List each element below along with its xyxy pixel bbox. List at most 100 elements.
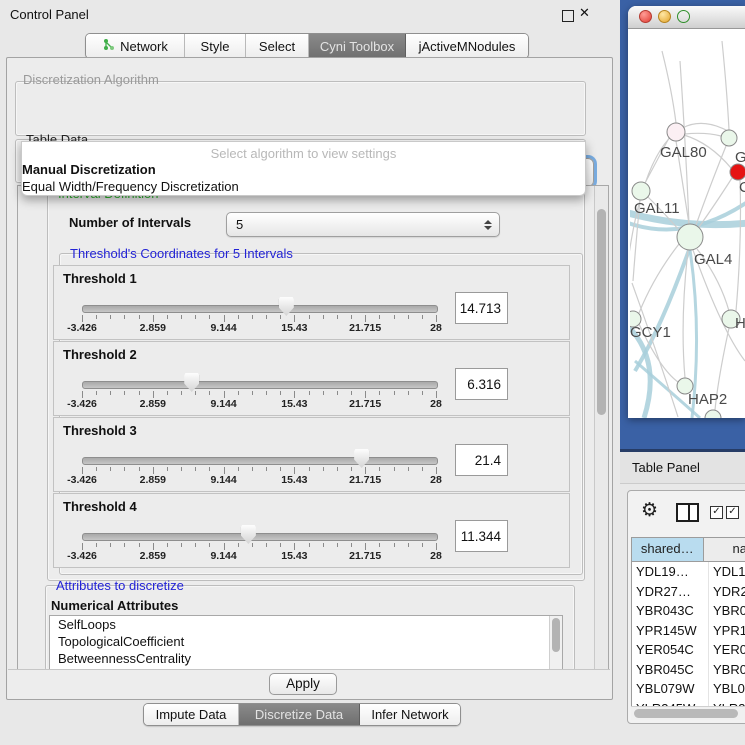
slider-tick — [323, 467, 324, 471]
slider-tick — [323, 543, 324, 547]
slider-tick — [337, 543, 338, 547]
table-row[interactable]: YDL19…YDL1 — [632, 562, 745, 582]
slider-tick — [436, 391, 437, 398]
gear-icon[interactable]: ⚙ — [641, 499, 658, 521]
network-canvas[interactable]: GAL80GACGAL11GAL4GCY1HHAP2 — [630, 29, 745, 418]
slider-thumb[interactable] — [184, 373, 199, 392]
network-icon — [102, 38, 115, 54]
slider-thumb[interactable] — [354, 449, 369, 468]
network-edge[interactable] — [722, 41, 729, 130]
slider-tick — [167, 315, 168, 319]
slider-track[interactable] — [82, 381, 438, 389]
network-node[interactable] — [721, 130, 737, 146]
slider-tick — [238, 467, 239, 471]
network-node[interactable] — [667, 123, 685, 141]
minimize-traffic-light[interactable] — [658, 10, 671, 23]
slider-tick — [96, 391, 97, 395]
slider-track[interactable] — [82, 457, 438, 465]
algorithm-option[interactable]: Manual Discretization — [22, 161, 585, 178]
slider-tick — [337, 391, 338, 395]
slider-tick — [365, 467, 366, 474]
threshold-value-field[interactable]: 6.316 — [455, 368, 508, 400]
threshold-value-field[interactable]: 14.713 — [455, 292, 508, 324]
checkbox-icon[interactable]: ✓ — [710, 506, 723, 519]
tab-jactivemnodules[interactable]: jActiveMNodules — [406, 34, 528, 58]
threshold-panel: Threshold 3-3.4262.8599.14415.4321.71528… — [53, 417, 570, 492]
thresholds-group-title: Threshold's Coordinates for 5 Intervals — [67, 246, 296, 261]
cell-shared-name: YDL19… — [632, 562, 709, 582]
slider-tick — [408, 391, 409, 395]
algorithm-option[interactable]: Equal Width/Frequency Discretization — [22, 178, 585, 195]
slider-tick — [167, 543, 168, 547]
tab-style[interactable]: Style — [185, 34, 246, 58]
tab-network[interactable]: Network — [86, 34, 185, 58]
slider-thumb[interactable] — [241, 525, 256, 544]
cell-name: YDR2 — [709, 582, 745, 602]
table-row[interactable]: YBR045CYBR0 — [632, 660, 745, 680]
slider-tick — [294, 391, 295, 398]
close-traffic-light[interactable] — [639, 10, 652, 23]
network-edge[interactable] — [736, 180, 741, 311]
zoom-traffic-light[interactable] — [677, 10, 690, 23]
network-window-titlebar[interactable] — [628, 6, 745, 29]
network-edge[interactable] — [680, 61, 689, 224]
close-icon[interactable]: ✕ — [579, 5, 590, 21]
table-row[interactable]: YBL079WYBL0 — [632, 679, 745, 699]
slider-tick-label: 28 — [430, 550, 442, 562]
number-of-intervals-combo[interactable]: 5 — [226, 212, 500, 237]
slider-track[interactable] — [82, 533, 438, 541]
slider-tick — [294, 315, 295, 322]
cell-name: YDL1 — [709, 562, 745, 582]
attributes-scrollbar[interactable] — [549, 616, 562, 669]
threshold-value-field[interactable]: 21.4 — [455, 444, 508, 476]
column-layout-icon[interactable] — [676, 503, 699, 522]
slider-tick-label: -3.426 — [67, 398, 97, 410]
network-node[interactable] — [632, 182, 650, 200]
network-edge[interactable] — [685, 133, 721, 136]
slider-thumb[interactable] — [279, 297, 294, 316]
slider-tick — [280, 467, 281, 471]
slider-tick — [96, 315, 97, 319]
attribute-item[interactable]: BetweennessCentrality — [50, 650, 562, 667]
apply-button[interactable]: Apply — [269, 673, 337, 695]
tab-discretize-data[interactable]: Discretize Data — [239, 704, 360, 725]
slider-tick — [110, 543, 111, 547]
attribute-item[interactable]: TopologicalCoefficient — [50, 633, 562, 650]
float-window-icon[interactable] — [562, 10, 574, 22]
tab-infer-network[interactable]: Infer Network — [360, 704, 460, 725]
settings-scrollbar[interactable] — [594, 186, 608, 670]
table-row[interactable]: YDR27…YDR2 — [632, 582, 745, 602]
node-label: C — [739, 179, 745, 196]
slider-tick-label: 21.715 — [349, 398, 381, 410]
table-row[interactable]: YER054CYER0 — [632, 640, 745, 660]
checkbox-icon[interactable]: ✓ — [726, 506, 739, 519]
attribute-item[interactable]: SelfLoops — [50, 616, 562, 633]
slider-tick — [209, 391, 210, 395]
table-row[interactable]: YPR145WYPR1 — [632, 621, 745, 641]
table-row[interactable]: YBR043CYBR0 — [632, 601, 745, 621]
tab-select[interactable]: Select — [246, 34, 309, 58]
table-horizontal-scrollbar[interactable] — [631, 706, 745, 720]
network-edge[interactable] — [662, 51, 676, 123]
cell-name: YBR0 — [709, 660, 745, 680]
column-header-shared-name[interactable]: shared… — [632, 538, 704, 561]
slider-tick-label: 21.715 — [349, 474, 381, 486]
network-node[interactable] — [705, 410, 721, 418]
threshold-value-field[interactable]: 11.344 — [455, 520, 508, 552]
tab-impute-data[interactable]: Impute Data — [144, 704, 239, 725]
numerical-attributes-list[interactable]: SelfLoopsTopologicalCoefficientBetweenne… — [49, 615, 563, 670]
slider-tick-label: 21.715 — [349, 322, 381, 334]
network-edge[interactable] — [639, 244, 679, 313]
network-node[interactable] — [677, 224, 703, 250]
settings-scrollbar-thumb[interactable] — [597, 209, 606, 415]
network-edge[interactable] — [632, 283, 678, 417]
slider-tick-label: 28 — [430, 474, 442, 486]
cell-shared-name: YBR043C — [632, 601, 709, 621]
slider-track[interactable] — [82, 305, 438, 313]
slider-tick-label: 21.715 — [349, 550, 381, 562]
slider-tick-label: 9.144 — [210, 398, 236, 410]
network-node[interactable] — [730, 164, 745, 180]
threshold-label: Threshold 1 — [63, 271, 137, 286]
column-header-name[interactable]: na — [704, 538, 745, 561]
tab-cyni-toolbox[interactable]: Cyni Toolbox — [309, 34, 406, 58]
